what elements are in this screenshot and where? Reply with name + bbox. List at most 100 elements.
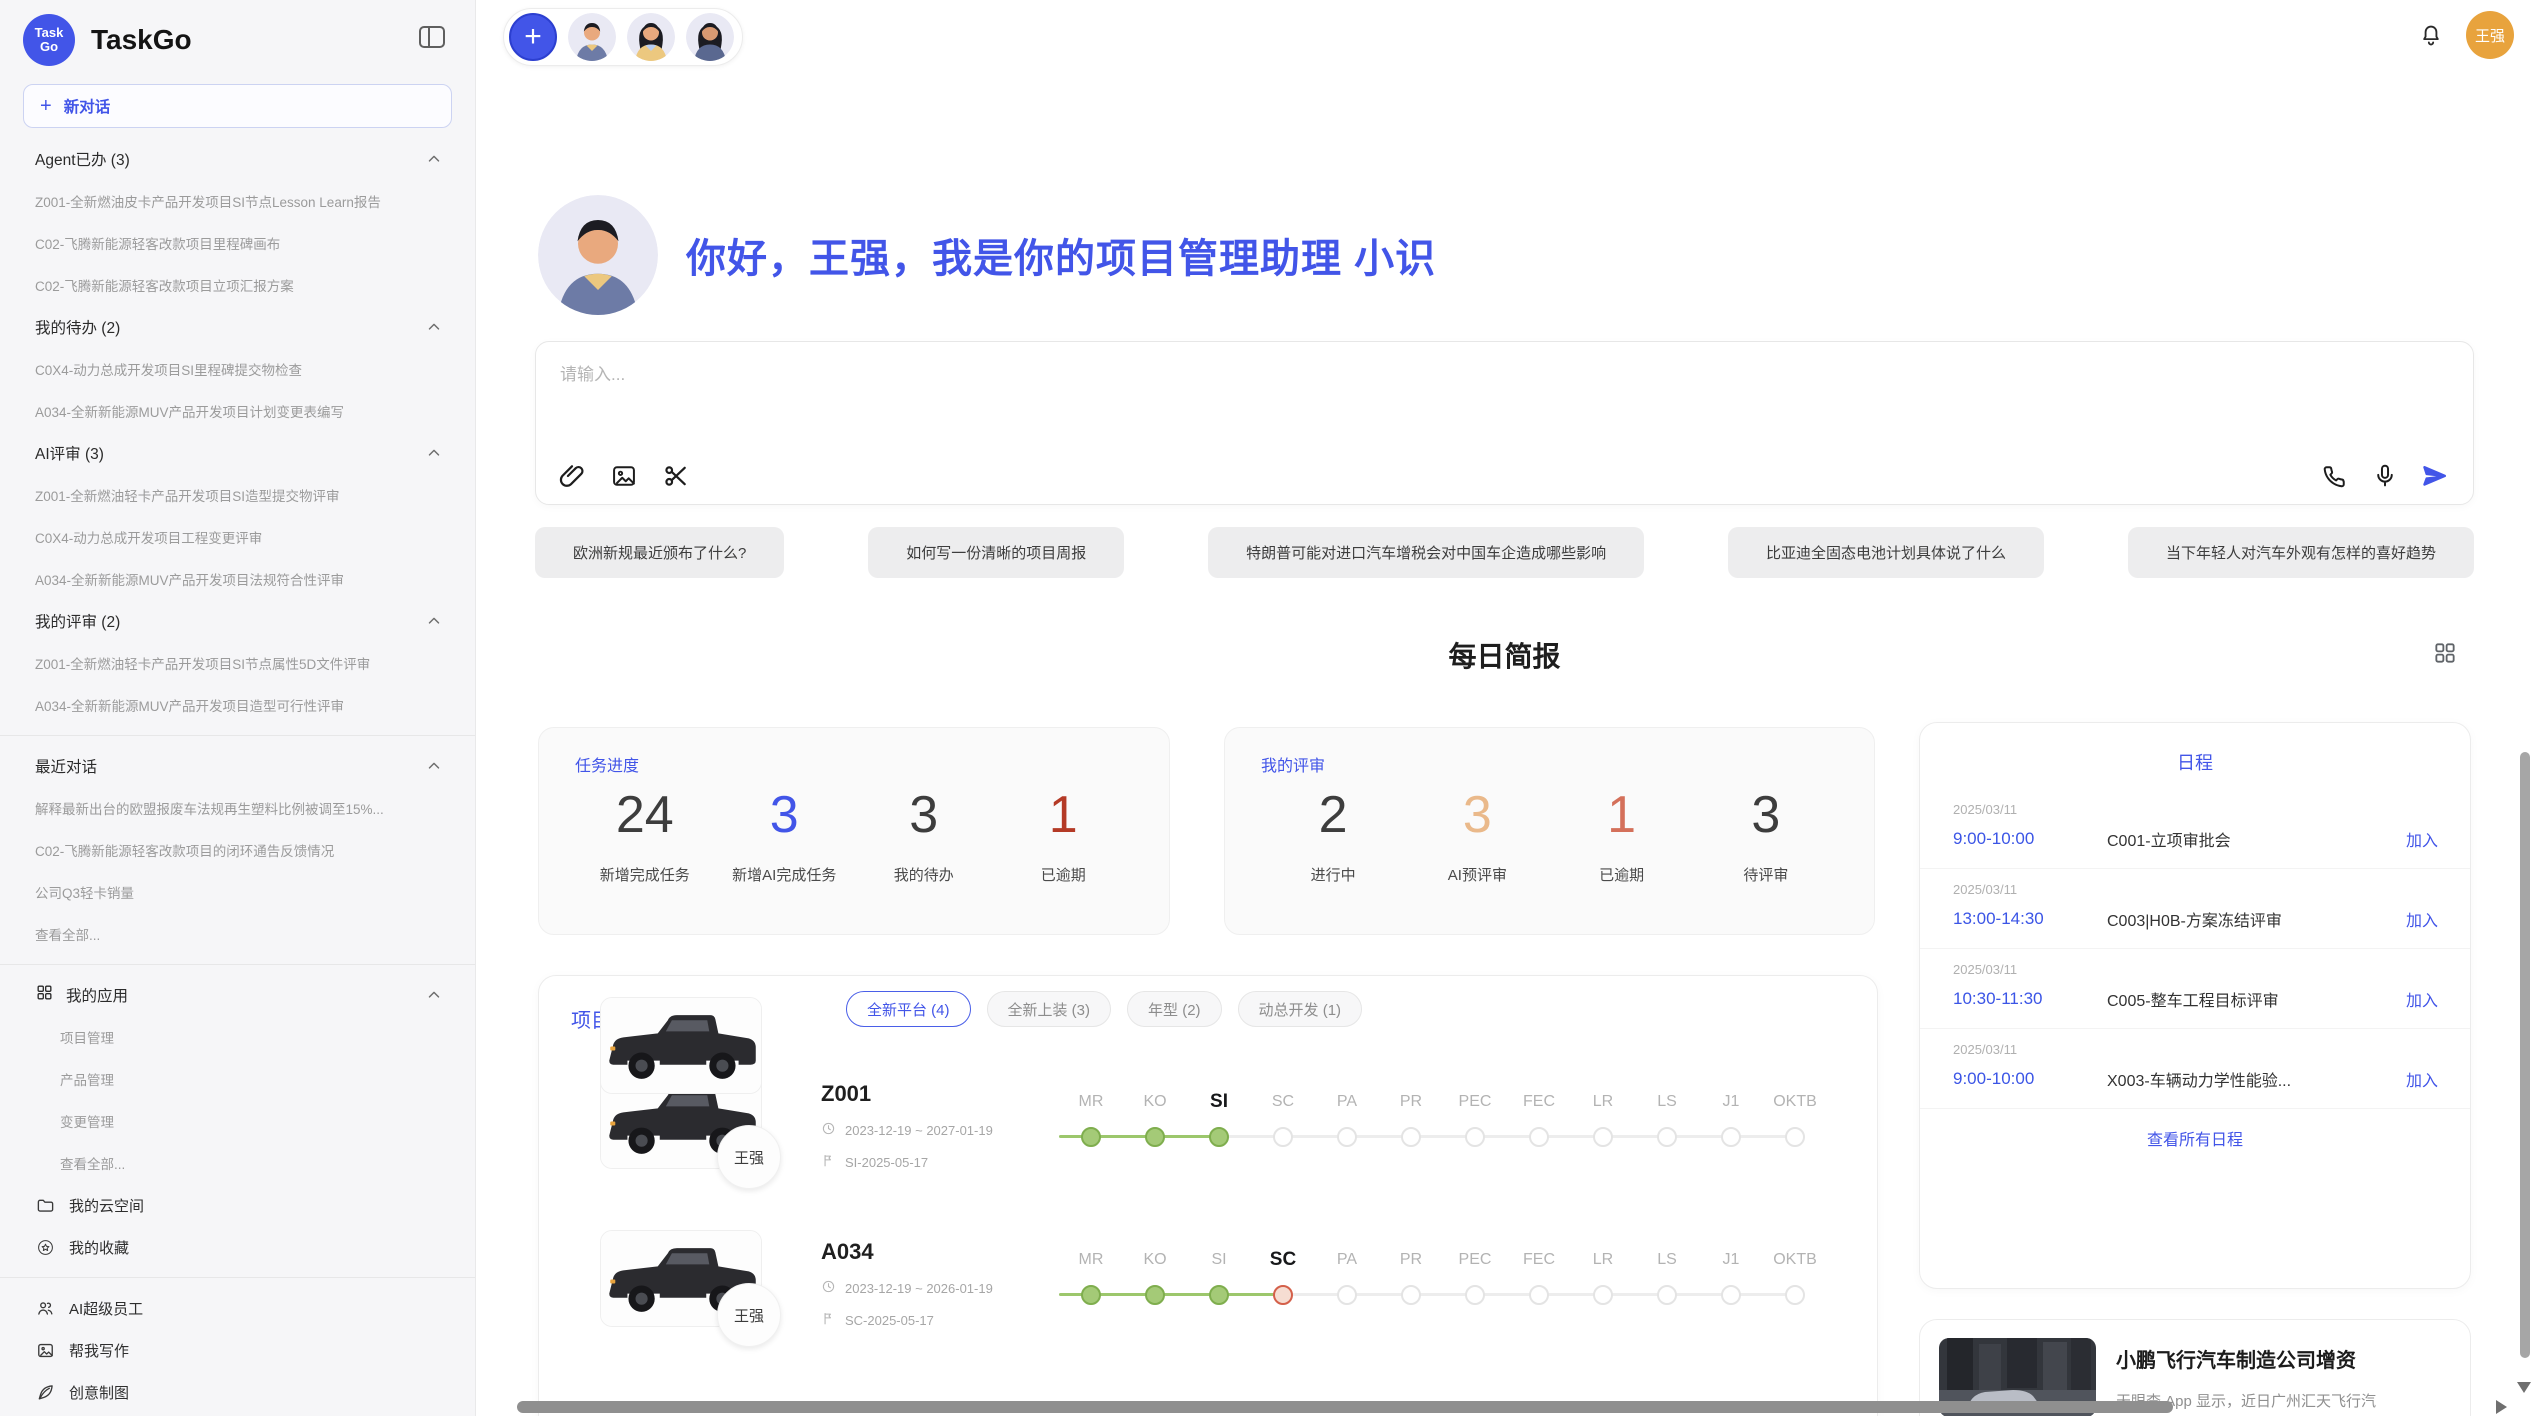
stat-label: 新增完成任务 xyxy=(575,864,715,885)
project-dashboard-card: 项目Dashboard 全新平台 (4)全新上装 (3)年型 (2)动总开发 (… xyxy=(538,975,1878,1416)
sidebar-item[interactable]: A034-全新新能源MUV产品开发项目计划变更表编写 xyxy=(0,390,475,432)
avatar-female-2[interactable] xyxy=(686,13,734,61)
divider xyxy=(0,964,475,965)
paperclip-icon[interactable] xyxy=(558,462,586,490)
view-all-schedule-link[interactable]: 查看所有日程 xyxy=(1920,1126,2470,1150)
my-apps-header[interactable]: 我的应用 xyxy=(0,974,475,1016)
grid-layout-icon[interactable] xyxy=(2432,640,2458,666)
vertical-scrollbar[interactable] xyxy=(2520,752,2530,1358)
dashboard-tab[interactable]: 年型 (2) xyxy=(1127,991,1222,1027)
avatar-male-1[interactable] xyxy=(568,13,616,61)
sidebar-nav-item[interactable]: AI超级员工 xyxy=(0,1287,475,1329)
schedule-item: 2025/03/11 9:00-10:00 X003-车辆动力学性能验... 加… xyxy=(1920,1029,2470,1109)
sidebar-item[interactable]: C02-飞腾新能源轻客改款项目立项汇报方案 xyxy=(0,264,475,306)
horizontal-scrollbar[interactable] xyxy=(517,1401,2173,1413)
chevron-up-icon[interactable] xyxy=(425,318,443,336)
collapse-sidebar-icon[interactable] xyxy=(419,26,445,48)
sidebar-section-header[interactable]: 我的待办 (2) xyxy=(0,306,475,348)
chevron-up-icon[interactable] xyxy=(425,444,443,462)
sidebar-item[interactable]: C02-飞腾新能源轻客改款项目里程碑画布 xyxy=(0,222,475,264)
dashboard-tab[interactable]: 全新平台 (4) xyxy=(846,991,971,1027)
sidebar-section: AI评审 (3) Z001-全新燃油轻卡产品开发项目SI造型提交物评审C0X4-… xyxy=(0,432,475,600)
composer xyxy=(535,341,2474,505)
sidebar-item[interactable]: A034-全新新能源MUV产品开发项目法规符合性评审 xyxy=(0,558,475,600)
recent-chat-item[interactable]: C02-飞腾新能源轻客改款项目的闭环通告反馈情况 xyxy=(0,829,475,871)
send-icon[interactable] xyxy=(2421,462,2449,490)
sidebar-nav-item[interactable]: 创意制图 xyxy=(0,1371,475,1413)
sidebar-nav-item[interactable]: 帮我写作 xyxy=(0,1329,475,1371)
stat-label: 新增AI完成任务 xyxy=(715,864,855,885)
schedule-time: 9:00-10:00 xyxy=(1953,1069,2107,1089)
project-row[interactable]: 王强 A034 2023-12-19 ~ 2026-01-19 SC-2025-… xyxy=(539,1209,1877,1367)
sidebar-section-header[interactable]: 我的评审 (2) xyxy=(0,600,475,642)
milestone-label: OKTB xyxy=(1773,1087,1817,1117)
view-all-apps-link[interactable]: 查看全部... xyxy=(0,1142,475,1184)
schedule-event-name: C005-整车工程目标评审 xyxy=(2107,987,2406,1011)
view-all-chats-link[interactable]: 查看全部... xyxy=(0,913,475,955)
section-title: 我的待办 (2) xyxy=(35,316,120,338)
app-item[interactable]: 变更管理 xyxy=(0,1100,475,1142)
join-meeting-link[interactable]: 加入 xyxy=(2406,1067,2438,1091)
join-meeting-link[interactable]: 加入 xyxy=(2406,987,2438,1011)
stat-label: 我的待办 xyxy=(854,864,994,885)
nav-label: 帮我写作 xyxy=(69,1340,129,1361)
notification-bell-icon[interactable] xyxy=(2418,22,2444,48)
photo-icon[interactable] xyxy=(610,462,638,490)
sidebar-nav-item[interactable]: 我的收藏 xyxy=(0,1226,475,1268)
card-title: 我的评审 xyxy=(1261,752,1838,776)
join-meeting-link[interactable]: 加入 xyxy=(2406,827,2438,851)
mic-icon[interactable] xyxy=(2371,462,2399,490)
sidebar-item[interactable]: A034-全新新能源MUV产品开发项目造型可行性评审 xyxy=(0,684,475,726)
scroll-down-arrow-icon[interactable] xyxy=(2517,1382,2531,1393)
suggestion-chip[interactable]: 如何写一份清晰的项目周报 xyxy=(868,527,1124,578)
chevron-up-icon[interactable] xyxy=(425,757,443,775)
card-title: 任务进度 xyxy=(575,752,1133,776)
phone-icon[interactable] xyxy=(2321,462,2349,490)
sidebar-item[interactable]: C0X4-动力总成开发项目工程变更评审 xyxy=(0,516,475,558)
app-item[interactable]: 项目管理 xyxy=(0,1016,475,1058)
sidebar-item[interactable]: Z001-全新燃油皮卡产品开发项目SI节点Lesson Learn报告 xyxy=(0,180,475,222)
milestone-label: PA xyxy=(1337,1087,1357,1117)
new-chat-button[interactable]: + 新对话 xyxy=(23,84,452,128)
recent-chat-item[interactable]: 解释最新出台的欧盟报废车法规再生塑料比例被调至15%... xyxy=(0,787,475,829)
sidebar-section-header[interactable]: Agent已办 (3) xyxy=(0,138,475,180)
dashboard-tab[interactable]: 动总开发 (1) xyxy=(1238,991,1363,1027)
suggestion-chips: 欧洲新规最近颁布了什么? 如何写一份清晰的项目周报 特朗普可能对进口汽车增税会对中国… xyxy=(535,527,2474,578)
chat-input[interactable] xyxy=(560,360,2449,448)
chevron-up-icon[interactable] xyxy=(425,150,443,168)
recent-chats-header[interactable]: 最近对话 xyxy=(0,745,475,787)
milestone-label: LS xyxy=(1657,1087,1677,1117)
sidebar-header: Task Go TaskGo xyxy=(0,0,475,70)
sidebar-item[interactable]: Z001-全新燃油轻卡产品开发项目SI节点属性5D文件评审 xyxy=(0,642,475,684)
briefing-card: 任务进度 24 新增完成任务 3 新增AI完成任务 3 我的待办 1 已逾期 xyxy=(538,727,1170,935)
join-meeting-link[interactable]: 加入 xyxy=(2406,907,2438,931)
stat-value: 3 xyxy=(854,784,994,846)
milestone-dot xyxy=(1273,1127,1293,1147)
suggestion-chip[interactable]: 当下年轻人对汽车外观有怎样的喜好趋势 xyxy=(2128,527,2474,578)
app-title: TaskGo xyxy=(91,24,192,56)
schedule-item: 2025/03/11 13:00-14:30 C003|H0B-方案冻结评审 加… xyxy=(1920,869,2470,949)
milestone-label: LR xyxy=(1593,1245,1613,1275)
scroll-right-arrow-icon[interactable] xyxy=(2496,1400,2507,1414)
milestone-label: PEC xyxy=(1459,1087,1492,1117)
stat-value: 3 xyxy=(1694,784,1838,846)
milestone-label: KO xyxy=(1143,1087,1166,1117)
dashboard-tab[interactable]: 全新上装 (3) xyxy=(987,991,1112,1027)
recent-chat-item[interactable]: 公司Q3轻卡销量 xyxy=(0,871,475,913)
sidebar-item[interactable]: C0X4-动力总成开发项目SI里程碑提交物检查 xyxy=(0,348,475,390)
scissors-icon[interactable] xyxy=(662,462,690,490)
chevron-up-icon[interactable] xyxy=(425,612,443,630)
sidebar-section-header[interactable]: AI评审 (3) xyxy=(0,432,475,474)
suggestion-chip[interactable]: 欧洲新规最近颁布了什么? xyxy=(535,527,784,578)
sidebar-nav-item[interactable]: 我的云空间 xyxy=(0,1184,475,1226)
suggestion-chip[interactable]: 比亚迪全固态电池计划具体说了什么 xyxy=(1728,527,2044,578)
user-avatar[interactable]: 王强 xyxy=(2466,11,2514,59)
stat-block: 24 新增完成任务 xyxy=(575,784,715,885)
stat-block: 3 我的待办 xyxy=(854,784,994,885)
app-item[interactable]: 产品管理 xyxy=(0,1058,475,1100)
chevron-up-icon[interactable] xyxy=(425,986,443,1004)
add-conversation-button[interactable]: + xyxy=(509,13,557,61)
sidebar-item[interactable]: Z001-全新燃油轻卡产品开发项目SI造型提交物评审 xyxy=(0,474,475,516)
avatar-female-1[interactable] xyxy=(627,13,675,61)
suggestion-chip[interactable]: 特朗普可能对进口汽车增税会对中国车企造成哪些影响 xyxy=(1208,527,1644,578)
